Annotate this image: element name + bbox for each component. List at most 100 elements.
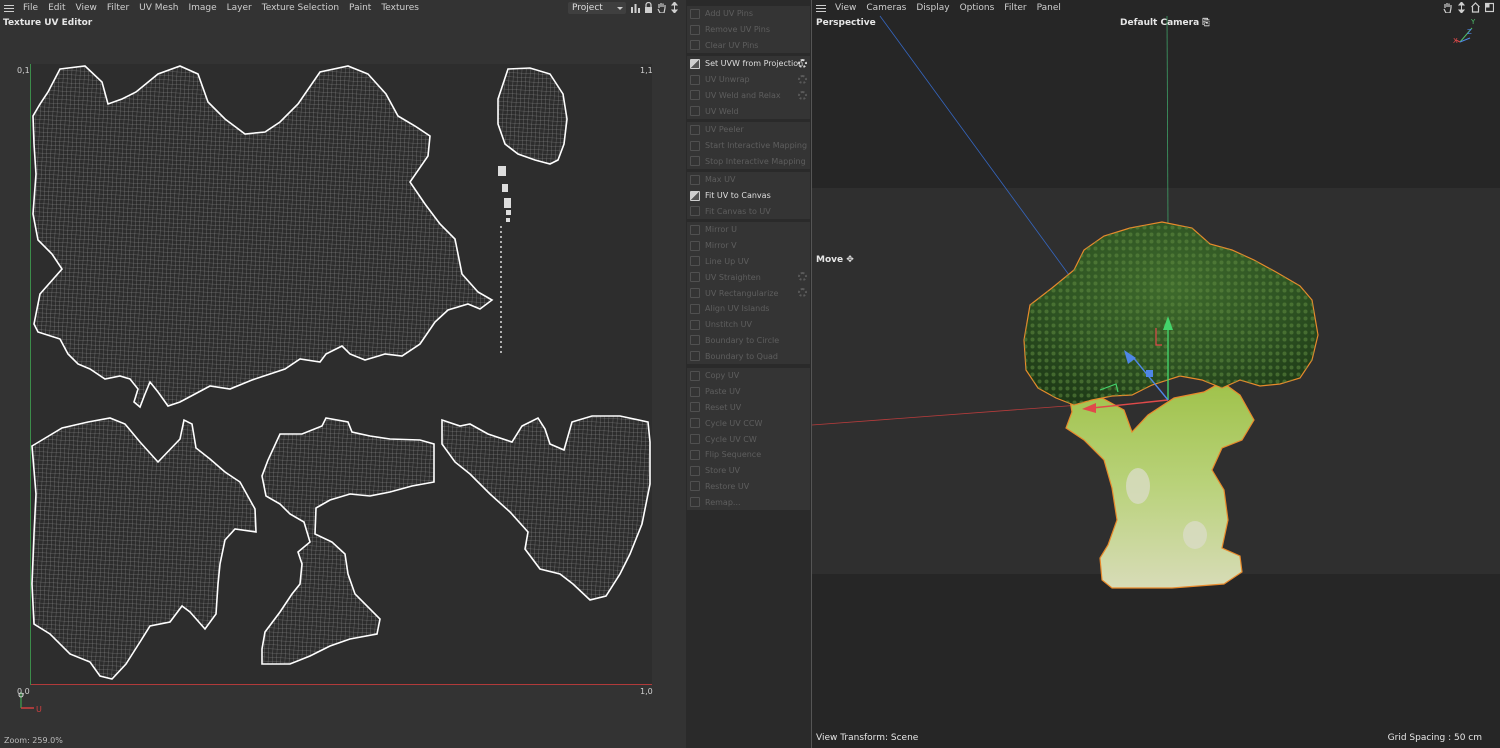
menu-cameras[interactable]: Cameras	[861, 0, 911, 16]
uv-island-small-top[interactable]	[497, 67, 568, 165]
command-add-uv-pins[interactable]: Add UV Pins	[687, 6, 810, 22]
command-stop-interactive-mapping[interactable]: Stop Interactive Mapping	[687, 154, 810, 170]
command-uv-peeler[interactable]: UV Peeler	[687, 122, 810, 138]
viewport-menubar: View Cameras Display Options Filter Pane…	[812, 0, 1066, 16]
command-boundary-to-circle[interactable]: Boundary to Circle	[687, 333, 810, 349]
command-remap[interactable]: Remap...	[687, 494, 810, 510]
command-uv-rectangularize[interactable]: UV Rectangularize	[687, 285, 810, 301]
menu-panel[interactable]: Panel	[1032, 0, 1066, 16]
uv-fragment[interactable]	[506, 210, 511, 215]
menu-edit[interactable]: Edit	[43, 0, 70, 16]
command-store-uv[interactable]: Store UV	[687, 463, 810, 479]
menu-options[interactable]: Options	[955, 0, 1000, 16]
command-copy-uv[interactable]: Copy UV	[687, 368, 810, 384]
stem-cut-mark	[1183, 521, 1207, 549]
command-line-up-uv[interactable]: Line Up UV	[687, 254, 810, 270]
command-start-interactive-mapping[interactable]: Start Interactive Mapping	[687, 138, 810, 154]
command-uv-straighten[interactable]: UV Straighten	[687, 269, 810, 285]
fit-canvas-to-uv-icon	[690, 206, 700, 217]
command-label: UV Weld and Relax	[705, 90, 781, 100]
uv-fragment[interactable]	[498, 166, 506, 176]
viewport-view-name[interactable]: Perspective	[816, 18, 876, 28]
command-fit-canvas-to-uv[interactable]: Fit Canvas to UV	[687, 204, 810, 220]
command-uv-unwrap[interactable]: UV Unwrap	[687, 72, 810, 88]
hamburger-menu-icon[interactable]	[0, 0, 18, 16]
hand-icon[interactable]	[1443, 2, 1452, 14]
command-mirror-u[interactable]: Mirror U	[687, 222, 810, 238]
lock-icon[interactable]	[644, 1, 653, 13]
gear-icon[interactable]	[798, 59, 807, 68]
uv-island-bottom-left[interactable]	[31, 417, 257, 680]
menu-texture-selection[interactable]: Texture Selection	[257, 0, 344, 16]
uv-weld-and-relax-icon	[690, 90, 700, 101]
command-restore-uv[interactable]: Restore UV	[687, 479, 810, 495]
uv-island-bottom-middle[interactable]	[261, 417, 435, 665]
command-unstitch-uv[interactable]: Unstitch UV	[687, 317, 810, 333]
viewport-camera-label[interactable]: Default Camera ⎘	[1120, 18, 1210, 28]
command-fit-uv-to-canvas[interactable]: Fit UV to Canvas	[687, 188, 810, 204]
uv-fragment[interactable]	[506, 218, 510, 222]
command-max-uv[interactable]: Max UV	[687, 172, 810, 188]
command-clear-uv-pins[interactable]: Clear UV Pins	[687, 38, 810, 54]
viewport-scene[interactable]	[812, 0, 1500, 748]
command-cycle-uv-cw[interactable]: Cycle UV CW	[687, 431, 810, 447]
menu-file[interactable]: File	[18, 0, 43, 16]
menu-image[interactable]: Image	[183, 0, 221, 16]
move-icon[interactable]	[670, 1, 679, 14]
home-icon[interactable]	[1471, 2, 1480, 13]
menu-layer[interactable]: Layer	[222, 0, 257, 16]
command-uv-weld[interactable]: UV Weld	[687, 103, 810, 119]
command-set-uvw-from-projection[interactable]: Set UVW from Projection	[687, 56, 810, 72]
histogram-icon[interactable]	[631, 2, 640, 13]
copy-uv-icon	[690, 370, 700, 381]
uv-islands[interactable]	[30, 64, 652, 685]
command-label: Max UV	[705, 175, 736, 185]
command-align-uv-islands[interactable]: Align UV Islands	[687, 301, 810, 317]
view-transform-label: View Transform: Scene	[816, 733, 919, 743]
uv-island-bottom-right[interactable]	[441, 415, 651, 601]
command-cycle-uv-ccw[interactable]: Cycle UV CCW	[687, 415, 810, 431]
uv-island-large[interactable]	[32, 65, 494, 409]
command-paste-uv[interactable]: Paste UV	[687, 384, 810, 400]
hamburger-menu-icon[interactable]	[812, 0, 830, 16]
uv-fragment[interactable]	[502, 184, 508, 192]
menu-uv-mesh[interactable]: UV Mesh	[134, 0, 183, 16]
cycle-uv-ccw-icon	[690, 418, 700, 429]
command-label: Mirror V	[705, 241, 737, 251]
tool-name: Move	[816, 255, 844, 265]
project-dropdown[interactable]: Project	[568, 2, 626, 14]
hand-icon[interactable]	[657, 2, 666, 14]
command-reset-uv[interactable]: Reset UV	[687, 400, 810, 416]
viewport-ground	[812, 574, 1500, 748]
gear-icon[interactable]	[798, 288, 807, 298]
mirror-u-icon	[690, 224, 700, 235]
menu-display[interactable]: Display	[911, 0, 954, 16]
command-boundary-to-quad[interactable]: Boundary to Quad	[687, 348, 810, 364]
reset-uv-icon	[690, 402, 700, 413]
unstitch-uv-icon	[690, 319, 700, 330]
uv-fragment[interactable]	[504, 198, 511, 208]
menu-view[interactable]: View	[71, 0, 102, 16]
move-icon[interactable]	[1457, 1, 1466, 14]
command-group: Add UV Pins Remove UV Pins Clear UV Pins	[687, 6, 810, 54]
command-remove-uv-pins[interactable]: Remove UV Pins	[687, 22, 810, 38]
command-label: UV Weld	[705, 106, 739, 116]
gear-icon[interactable]	[798, 74, 807, 84]
max-uv-icon	[690, 174, 700, 185]
menu-filter[interactable]: Filter	[102, 0, 134, 16]
command-mirror-v[interactable]: Mirror V	[687, 238, 810, 254]
gear-icon[interactable]	[798, 90, 807, 100]
command-label: Align UV Islands	[705, 304, 770, 314]
command-flip-sequence[interactable]: Flip Sequence	[687, 447, 810, 463]
command-uv-weld-and-relax[interactable]: UV Weld and Relax	[687, 88, 810, 104]
corner-label-bottom-right: 1,0	[640, 687, 653, 696]
command-label: Remove UV Pins	[705, 25, 770, 35]
menu-textures[interactable]: Textures	[376, 0, 424, 16]
perspective-viewport[interactable]: View Cameras Display Options Filter Pane…	[811, 0, 1500, 748]
menu-paint[interactable]: Paint	[344, 0, 376, 16]
maximize-icon[interactable]	[1484, 2, 1495, 13]
menu-view[interactable]: View	[830, 0, 861, 16]
gear-icon[interactable]	[798, 272, 807, 282]
menu-filter[interactable]: Filter	[999, 0, 1031, 16]
texture-uv-editor-panel: File Edit View Filter UV Mesh Image Laye…	[0, 0, 686, 748]
